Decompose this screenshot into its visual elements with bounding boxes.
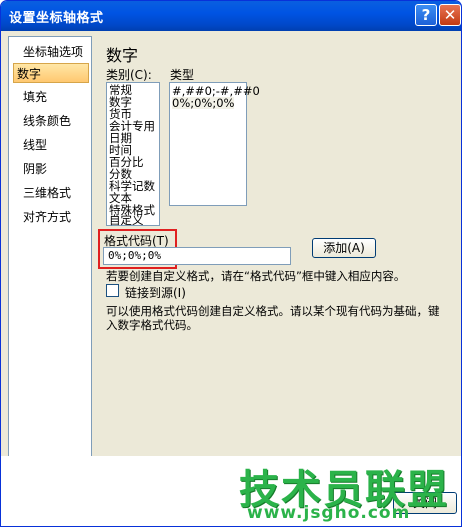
nav-item-fill[interactable]: 填充 <box>13 87 89 107</box>
format-axis-dialog: 设置坐标轴格式 ? ✕ 坐标轴选项 数字 填充 线条颜色 线型 阴影 三维格式 … <box>0 0 462 527</box>
dialog-title: 设置坐标轴格式 <box>9 11 104 26</box>
nav-item-line-color[interactable]: 线条颜色 <box>13 111 89 131</box>
nav-item-3d-format[interactable]: 三维格式 <box>13 183 89 203</box>
nav-item-alignment[interactable]: 对齐方式 <box>13 207 89 227</box>
nav-item-shadow[interactable]: 阴影 <box>13 159 89 179</box>
nav-item-axis-options[interactable]: 坐标轴选项 <box>13 42 89 62</box>
watermark-url: www.jsgho.com <box>247 503 411 523</box>
help-text: 若要创建自定义格式，请在“格式代码”框中键入相应内容。 <box>106 269 406 283</box>
format-code-input[interactable]: 0%;0%;0% <box>103 247 291 265</box>
type-list[interactable]: #,##0;-#,##0 0%;0%;0% <box>169 82 260 206</box>
close-window-button[interactable]: ✕ <box>439 4 461 26</box>
help-button[interactable]: ? <box>415 4 437 26</box>
link-to-source-checkbox[interactable] <box>106 284 119 297</box>
panel-heading: 数字 <box>106 46 139 65</box>
category-label: 类别(C): <box>106 68 152 82</box>
category-list[interactable]: 常规 数字 货币 会计专用 日期 时间 百分比 分数 科学记数 文本 特殊格式 … <box>106 82 160 226</box>
number-panel: 数字 类别(C): 类型 常规 数字 货币 会计专用 日期 时间 百分比 分数 … <box>98 36 443 488</box>
title-bar[interactable]: 设置坐标轴格式 ? ✕ <box>1 1 461 31</box>
type-item[interactable]: 0%;0%;0% <box>172 97 235 109</box>
add-button[interactable]: 添加(A) <box>312 238 376 258</box>
type-label: 类型 <box>170 68 195 82</box>
link-to-source-label[interactable]: 链接到源(I) <box>125 284 186 301</box>
category-nav: 坐标轴选项 数字 填充 线条颜色 线型 阴影 三维格式 对齐方式 <box>8 36 92 488</box>
nav-item-line-style[interactable]: 线型 <box>13 135 89 155</box>
nav-item-number[interactable]: 数字 <box>13 63 89 83</box>
category-item[interactable]: 自定义 <box>109 214 144 226</box>
description-text: 可以使用格式代码创建自定义格式。请以某个现有代码为基础，键入数字格式代码。 <box>106 304 440 332</box>
